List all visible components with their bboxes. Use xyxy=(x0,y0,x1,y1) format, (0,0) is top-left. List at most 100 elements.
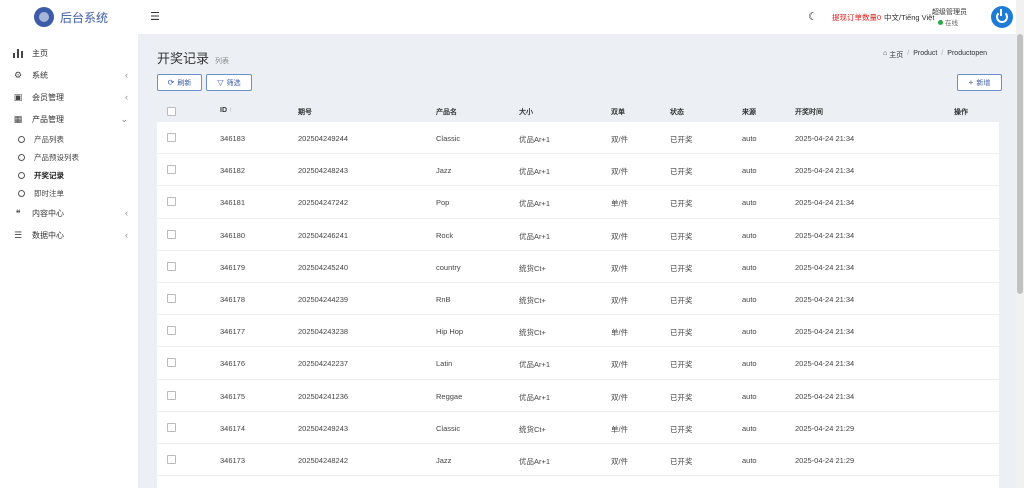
records-table: ID ↑ 期号 产品名 大小 双单 状态 来源 开奖时间 操作 346183 20… xyxy=(157,101,999,488)
avatar[interactable] xyxy=(991,6,1013,28)
sidebar-subitem-label: 即时注单 xyxy=(34,188,64,198)
moon-icon[interactable]: ☾ xyxy=(808,10,818,23)
row-checkbox[interactable] xyxy=(167,326,176,336)
row-checkbox[interactable] xyxy=(167,358,176,368)
breadcrumb-home[interactable]: 主页 xyxy=(889,50,903,60)
cell-source: auto xyxy=(742,198,757,208)
filter-button-label: 筛选 xyxy=(226,79,241,87)
sidebar-subitem-product-list[interactable]: 产品列表 xyxy=(0,130,138,148)
admin-name[interactable]: 超级管理员 xyxy=(932,7,967,17)
cell-period: 202504247242 xyxy=(298,198,349,208)
scrollbar-thumb[interactable] xyxy=(1017,34,1023,294)
row-checkbox[interactable] xyxy=(167,165,176,175)
row-checkbox[interactable] xyxy=(167,454,176,464)
cell-product: Latin xyxy=(436,359,453,369)
cell-status: 已开奖 xyxy=(670,135,693,144)
row-checkbox[interactable] xyxy=(167,293,176,303)
table-row[interactable]: 346174 202504249243 Classic 统货Ct+ 单/件 已开奖 auto… xyxy=(157,412,999,444)
table-row[interactable]: 346180 202504246241 Rock 优品Ar+1 双/件 已开奖 auto 20… xyxy=(157,219,999,251)
sidebar-item-label: 系统 xyxy=(32,70,48,80)
table-row[interactable]: 346175 202504241236 Reggae 优品Ar+1 双/件 已开奖 auto… xyxy=(157,380,999,412)
cell-size: 优品Ar+1 xyxy=(519,360,551,370)
circle-icon xyxy=(18,135,25,143)
header-period: 期号 xyxy=(298,109,312,116)
menu-toggle-icon[interactable]: ☰ xyxy=(150,10,160,23)
refresh-button[interactable]: ⟳ 刷新 xyxy=(157,74,202,91)
sidebar-item-label: 内容中心 xyxy=(32,208,64,218)
chevron-left-icon: ‹ xyxy=(125,208,128,218)
cell-period: 202504245240 xyxy=(298,262,349,272)
grid-icon: ▦ xyxy=(13,113,23,124)
table-row[interactable]: 346176 202504242237 Latin 优品Ar+1 双/件 已开奖 auto 2… xyxy=(157,347,999,380)
cell-product: Rock xyxy=(436,230,454,240)
row-checkbox[interactable] xyxy=(167,390,176,400)
cell-period: 202504248242 xyxy=(298,455,349,465)
online-dot-icon xyxy=(938,19,943,25)
row-checkbox[interactable] xyxy=(167,261,176,271)
chevron-left-icon: ‹ xyxy=(125,70,128,80)
sidebar-item-home[interactable]: 主页 xyxy=(0,42,138,64)
table-row[interactable]: 346181 202504247242 Pop 优品Ar+1 单/件 已开奖 auto 202… xyxy=(157,186,999,219)
table-body: 346183 202504249244 Classic 优品Ar+1 双/件 已开奖 aut… xyxy=(157,122,999,477)
table-row[interactable]: 346173 202504248242 Jazz 优品Ar+1 双/件 已开奖 auto 20… xyxy=(157,444,999,477)
chevron-left-icon: ‹ xyxy=(125,230,128,240)
row-checkbox[interactable] xyxy=(167,133,176,142)
logo-icon xyxy=(34,7,54,27)
sidebar-item-products[interactable]: ▦ 产品管理 ⌄ xyxy=(0,108,138,130)
sidebar-item-data-center[interactable]: ☰ 数据中心 ‹ xyxy=(0,224,138,246)
sidebar-item-members[interactable]: ▣ 会员管理 ‹ xyxy=(0,86,138,108)
sidebar: 后台系统 主页 ⚙ 系统 ‹ ▣ 会员管理 ‹ ▦ 产品管理 ⌄ 产品列表 产品… xyxy=(0,0,138,488)
filter-button[interactable]: ▽ 筛选 xyxy=(206,74,252,91)
cell-size: 优品Ar+1 xyxy=(519,231,551,241)
cell-open-time: 2025-04-24 21:34 xyxy=(795,359,855,369)
cell-id: 346177 xyxy=(220,327,246,337)
cell-product: country xyxy=(436,262,461,272)
cell-source: auto xyxy=(742,327,757,337)
sidebar-subitem-instant-orders[interactable]: 即时注单 xyxy=(0,184,138,202)
sidebar-item-system[interactable]: ⚙ 系统 ‹ xyxy=(0,64,138,86)
cell-odd-even: 单/件 xyxy=(611,328,629,338)
cell-id: 346175 xyxy=(220,391,246,401)
sidebar-item-label: 产品管理 xyxy=(32,114,64,124)
refresh-icon: ⟳ xyxy=(167,78,175,87)
cell-status: 已开奖 xyxy=(670,456,693,466)
row-checkbox[interactable] xyxy=(167,197,176,207)
table-row[interactable]: 346178 202504244239 RnB 统货Ct+ 双/件 已开奖 auto 2025… xyxy=(157,283,999,316)
page-scrollbar[interactable] xyxy=(1016,0,1024,488)
table-row[interactable]: 346177 202504243238 Hip Hop 统货Ct+ 单/件 已开奖 auto… xyxy=(157,315,999,348)
withdraw-orders-link[interactable]: 提现订单数量0 xyxy=(832,12,881,23)
cell-product: Reggae xyxy=(436,391,463,401)
cell-odd-even: 单/件 xyxy=(611,424,629,434)
cell-period: 202504249243 xyxy=(298,423,349,433)
cell-period: 202504244239 xyxy=(298,294,349,304)
cell-id: 346181 xyxy=(220,198,246,208)
sidebar-subitem-product-presets[interactable]: 产品预设列表 xyxy=(0,148,138,166)
cell-id: 346183 xyxy=(220,134,246,143)
row-checkbox[interactable] xyxy=(167,422,176,432)
brand-name: 后台系统 xyxy=(60,10,109,25)
database-icon: ☰ xyxy=(13,229,23,240)
language-switch[interactable]: 中文/Tiếng Việt xyxy=(884,12,934,23)
select-all-checkbox[interactable] xyxy=(167,107,176,116)
cell-size: 优品Ar+1 xyxy=(519,199,551,209)
cell-size: 统货Ct+ xyxy=(519,424,546,434)
chevron-left-icon: ‹ xyxy=(125,92,128,102)
breadcrumb-separator: / xyxy=(907,50,910,57)
sidebar-subitem-draw-records[interactable]: 开奖记录 xyxy=(0,166,138,184)
cell-status: 已开奖 xyxy=(670,231,693,241)
cell-open-time: 2025-04-24 21:34 xyxy=(795,230,855,240)
breadcrumb-current: Productopen xyxy=(947,50,987,57)
logo[interactable]: 后台系统 xyxy=(0,0,138,34)
table-row[interactable]: 346183 202504249244 Classic 优品Ar+1 双/件 已开奖 aut… xyxy=(157,122,999,155)
table-row[interactable]: 346182 202504248243 Jazz 优品Ar+1 双/件 已开奖 auto 20… xyxy=(157,154,999,187)
header-id[interactable]: ID ↑ xyxy=(220,107,232,114)
id-card-icon: ▣ xyxy=(13,91,23,102)
add-button[interactable]: + 新增 xyxy=(957,74,1002,91)
breadcrumb-product[interactable]: Product xyxy=(913,50,937,60)
row-checkbox[interactable] xyxy=(167,229,176,239)
sidebar-item-content-center[interactable]: ❝ 内容中心 ‹ xyxy=(0,202,138,224)
table-row[interactable]: 346179 202504245240 country 统货Ct+ 双/件 已开奖 auto… xyxy=(157,251,999,283)
cell-product: Jazz xyxy=(436,166,452,176)
cell-product: RnB xyxy=(436,294,451,304)
page-subtitle: 列表 xyxy=(215,58,230,65)
